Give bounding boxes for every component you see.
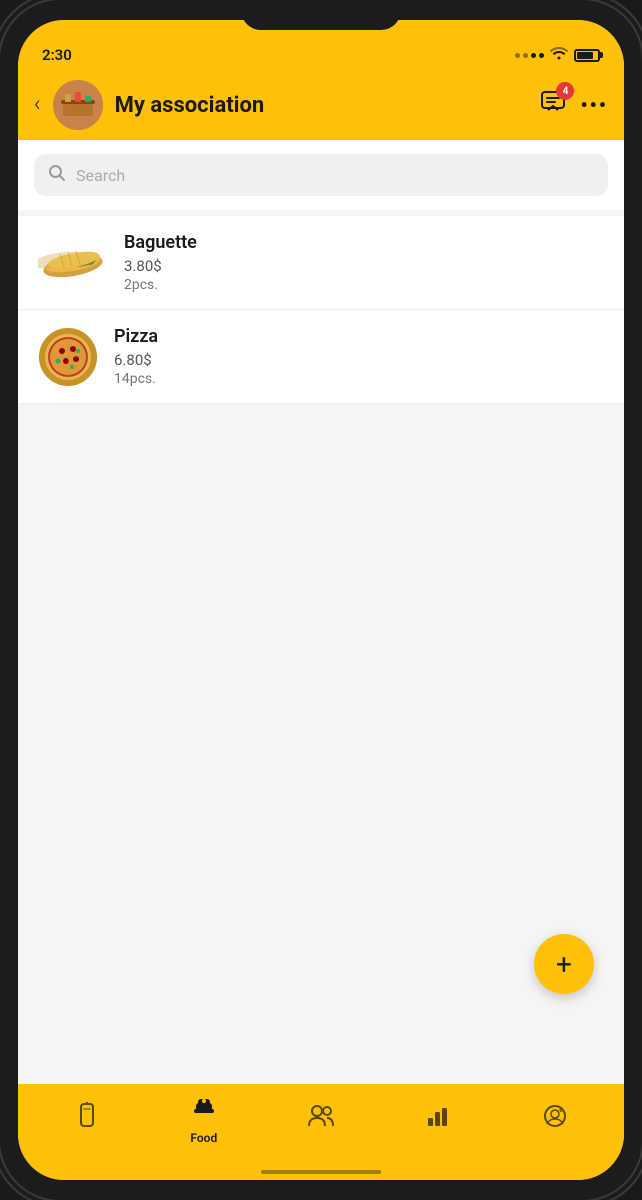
status-time: 2:30 [42,46,72,64]
battery-fill [577,52,593,59]
back-button[interactable]: ‹ [34,94,41,116]
item-info: Pizza 6.80$ 14pcs. [114,326,604,387]
pizza-icon [38,327,98,387]
search-icon [48,164,66,186]
header-title: My association [115,93,529,118]
list-item[interactable]: Baguette 3.80$ 2pcs. [18,216,624,310]
item-qty: 2pcs. [124,277,604,293]
header-actions: 4 ••• [540,90,608,120]
item-info: Baguette 3.80$ 2pcs. [124,232,604,293]
baguette-icon [38,238,108,288]
content-area: Search [18,140,624,1084]
notch [241,0,401,30]
home-bar [261,1170,381,1174]
avatar [53,80,103,130]
phone-frame: 2:30 [0,0,642,1200]
wifi-icon [550,46,568,64]
nav-item-account[interactable]: € [497,1104,614,1134]
nav-label-food: Food [190,1131,217,1145]
nav-item-people[interactable] [262,1104,379,1134]
bottom-nav: Food [18,1084,624,1164]
search-placeholder: Search [76,166,125,185]
header: ‹ My association [18,70,624,140]
add-button[interactable]: + [534,934,594,994]
people-icon [307,1104,335,1134]
home-indicator [18,1164,624,1180]
food-icon [190,1093,218,1127]
status-icons [515,46,600,64]
notification-badge: 4 [556,82,574,100]
drink-icon [75,1102,99,1136]
more-button[interactable]: ••• [580,93,608,117]
phone-screen: 2:30 [18,20,624,1180]
item-price: 6.80$ [114,351,604,369]
item-name: Pizza [114,326,604,347]
item-name: Baguette [124,232,604,253]
items-list: Baguette 3.80$ 2pcs. [18,216,624,404]
nav-item-drink[interactable] [28,1102,145,1136]
empty-area [18,404,624,1084]
svg-text:€: € [559,1107,563,1114]
nav-item-stats[interactable] [380,1104,497,1134]
item-qty: 14pcs. [114,371,604,387]
nav-item-food[interactable]: Food [145,1093,262,1145]
list-item[interactable]: Pizza 6.80$ 14pcs. [18,310,624,404]
signal-icon [515,53,544,58]
search-box[interactable]: Search [34,154,608,196]
account-icon: € [543,1104,567,1134]
stats-icon [426,1104,450,1134]
search-container: Search [18,140,624,210]
battery-icon [574,49,600,62]
notification-button[interactable]: 4 [540,90,566,120]
item-price: 3.80$ [124,257,604,275]
avatar-image [53,80,103,130]
